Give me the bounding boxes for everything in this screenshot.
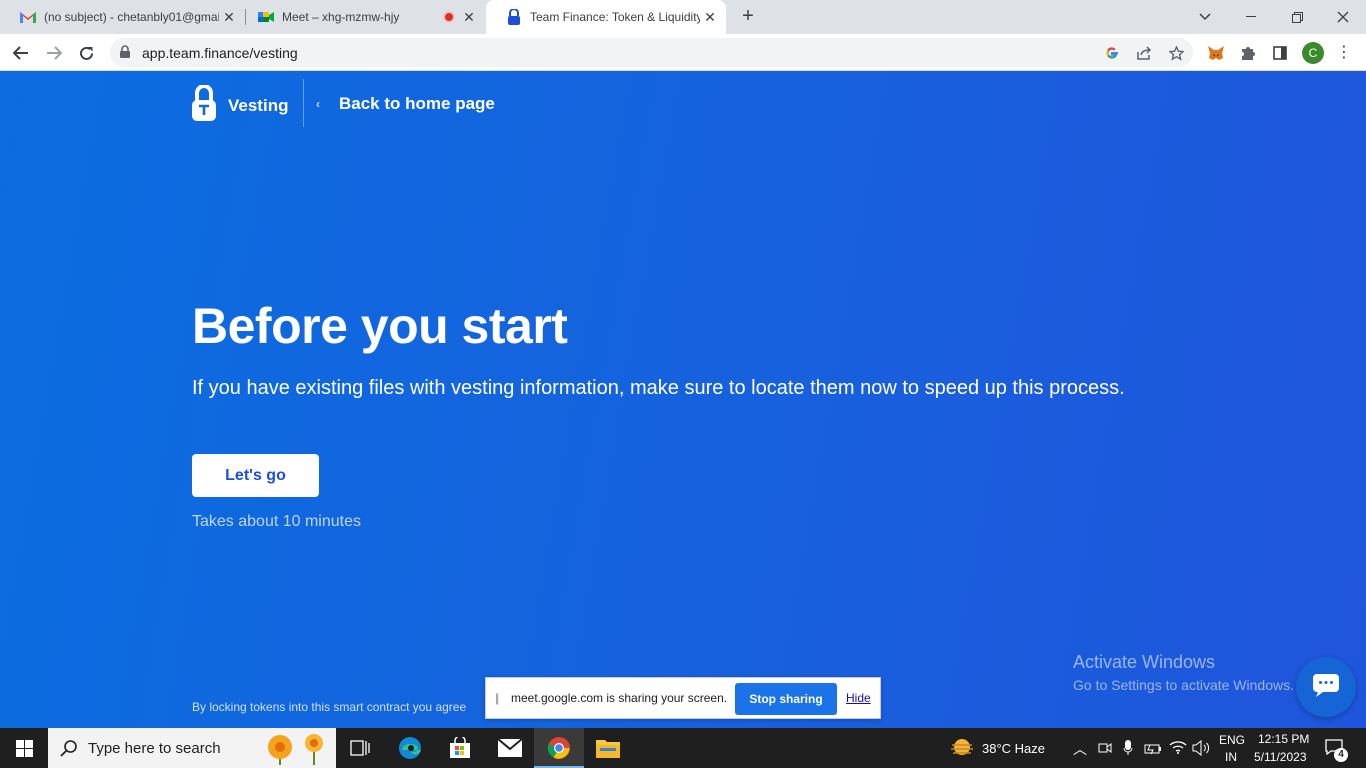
- new-tab-button[interactable]: +: [737, 6, 759, 28]
- back-label: Back to home page: [339, 94, 495, 113]
- back-arrow-icon[interactable]: [8, 40, 34, 66]
- meet-icon: [258, 9, 274, 25]
- watermark-subtitle: Go to Settings to activate Windows.: [1073, 677, 1294, 693]
- microphone-icon[interactable]: [1123, 740, 1133, 761]
- brand-label: Vesting: [228, 95, 289, 115]
- search-icon: [60, 739, 78, 762]
- language-top[interactable]: ENG: [1219, 733, 1245, 747]
- watermark-title: Activate Windows: [1073, 652, 1216, 672]
- tab-meet[interactable]: Meet – xhg-mzmw-hjy ✕: [238, 0, 485, 34]
- tab-title: Meet – xhg-mzmw-hjy: [282, 10, 400, 24]
- chat-icon: [1312, 673, 1340, 702]
- search-highlight-flowers-icon: [260, 731, 336, 765]
- duration-hint: Takes about 10 minutes: [192, 513, 361, 530]
- volume-icon[interactable]: [1192, 739, 1210, 761]
- tab-team-finance[interactable]: Team Finance: Token & Liquidity Locks ✕: [486, 0, 726, 34]
- tab-gmail[interactable]: (no subject) - chetanbly01@gmail.com ✕: [0, 0, 245, 34]
- lets-go-button[interactable]: Let's go: [192, 454, 319, 497]
- tab-search-chevron-icon[interactable]: [1182, 0, 1228, 34]
- bookmark-star-icon[interactable]: [1168, 45, 1184, 61]
- lock-icon: [120, 45, 130, 63]
- tab-title: Team Finance: Token & Liquidity Locks: [530, 10, 700, 24]
- browser-toolbar: app.team.finance/vesting C ⋮: [0, 34, 1366, 71]
- battery-icon[interactable]: [1144, 742, 1162, 760]
- notification-count-badge: 4: [1334, 748, 1348, 762]
- task-view-icon[interactable]: [336, 728, 384, 768]
- team-finance-lock-icon: [192, 84, 216, 126]
- taskbar-search-box[interactable]: Type here to search: [48, 728, 336, 768]
- tray-chevron-up-icon[interactable]: ︿: [1073, 739, 1087, 759]
- clock-date[interactable]: 5/11/2023: [1254, 750, 1307, 764]
- address-bar[interactable]: app.team.finance/vesting: [110, 38, 1193, 67]
- page-title: Before you start: [192, 298, 568, 354]
- header-divider: [303, 79, 304, 127]
- meet-tray-icon[interactable]: [1098, 741, 1112, 760]
- vesting-page: Vesting ‹ Back to home page Before you s…: [0, 71, 1366, 728]
- weather-text[interactable]: 38°C Haze: [982, 741, 1045, 756]
- url-text: app.team.finance/vesting: [142, 45, 298, 61]
- gmail-icon: [20, 9, 36, 25]
- microsoft-store-icon[interactable]: [436, 728, 484, 768]
- language-bottom[interactable]: IN: [1225, 750, 1237, 764]
- minimize-icon[interactable]: [1228, 0, 1274, 34]
- close-tab-icon[interactable]: ✕: [702, 9, 718, 25]
- search-placeholder: Type here to search: [88, 740, 221, 757]
- hide-link[interactable]: Hide: [846, 691, 871, 705]
- clock-time[interactable]: 12:15 PM: [1258, 732, 1309, 746]
- windows-taskbar: Type here to search 38°C Haze ︿ ENG IN 1…: [0, 728, 1366, 768]
- screen-share-bar: || meet.google.com is sharing your scree…: [485, 677, 881, 719]
- mail-icon[interactable]: [486, 728, 534, 768]
- windows-start-icon[interactable]: [0, 728, 48, 768]
- chrome-icon[interactable]: [534, 728, 584, 768]
- share-message: meet.google.com is sharing your screen.: [511, 691, 728, 705]
- restore-icon[interactable]: [1274, 0, 1320, 34]
- team-finance-icon: [506, 9, 522, 25]
- recording-icon: [443, 11, 455, 23]
- profile-avatar[interactable]: C: [1302, 42, 1324, 64]
- close-tab-icon[interactable]: ✕: [221, 9, 237, 25]
- chat-support-button[interactable]: [1296, 657, 1356, 717]
- activate-windows-watermark: Activate Windows Go to Settings to activ…: [1073, 652, 1294, 693]
- metamask-icon[interactable]: [1206, 43, 1226, 63]
- edge-browser-icon[interactable]: [386, 728, 434, 768]
- legal-notice: By locking tokens into this smart contra…: [192, 700, 467, 714]
- file-explorer-icon[interactable]: [584, 728, 632, 768]
- side-panel-icon[interactable]: [1270, 43, 1290, 63]
- reload-icon[interactable]: [73, 40, 99, 66]
- menu-kebab-icon[interactable]: ⋮: [1336, 43, 1352, 63]
- tab-strip: (no subject) - chetanbly01@gmail.com ✕ M…: [0, 0, 1366, 34]
- extensions-puzzle-icon[interactable]: [1238, 43, 1258, 63]
- weather-sun-icon[interactable]: [950, 737, 974, 764]
- page-description: If you have existing files with vesting …: [192, 377, 1125, 399]
- back-to-home-link[interactable]: ‹ Back to home page: [316, 94, 495, 114]
- wifi-icon[interactable]: [1169, 740, 1187, 759]
- tab-title: (no subject) - chetanbly01@gmail.com: [44, 10, 219, 24]
- vesting-brand[interactable]: Vesting: [192, 84, 289, 126]
- close-tab-icon[interactable]: ✕: [461, 9, 477, 25]
- share-icon[interactable]: [1136, 45, 1152, 61]
- chevron-left-icon: ‹: [316, 97, 320, 111]
- google-icon[interactable]: [1104, 45, 1120, 61]
- drag-handle-icon[interactable]: ||: [495, 691, 499, 705]
- stop-sharing-button[interactable]: Stop sharing: [735, 683, 837, 715]
- close-window-icon[interactable]: [1320, 0, 1366, 34]
- forward-arrow-icon[interactable]: [41, 40, 67, 66]
